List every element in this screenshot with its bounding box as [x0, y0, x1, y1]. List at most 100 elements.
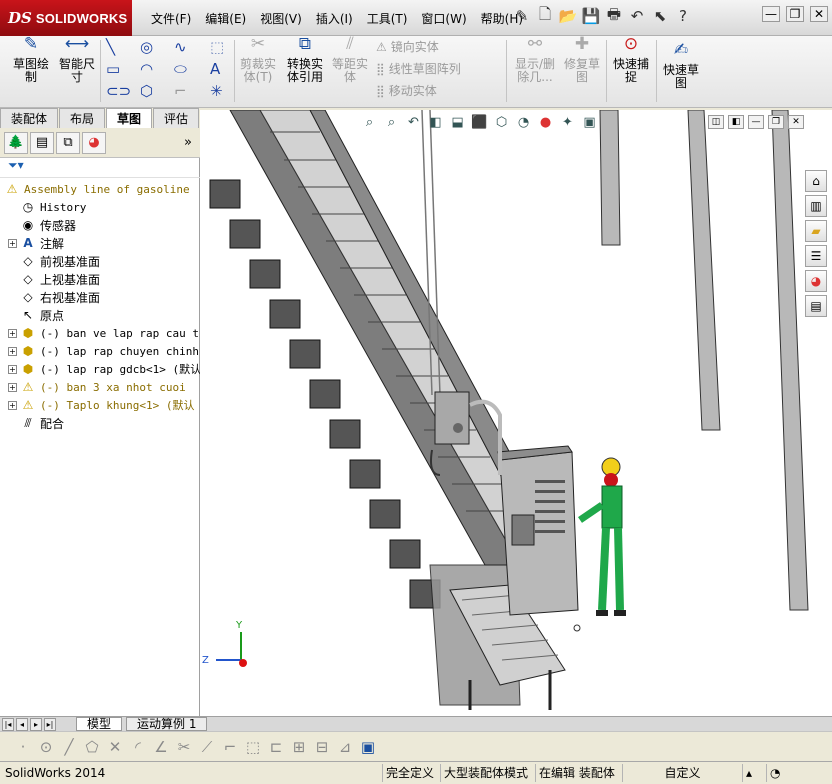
undo-icon[interactable]: ↶ [627, 6, 647, 26]
tab-motion-study[interactable]: 运动算例 1 [126, 717, 208, 731]
dashed-rect-icon[interactable]: ⬚ [244, 738, 262, 756]
expand-panel-icon[interactable]: » [184, 135, 192, 150]
display-delete-relations-button[interactable]: ⚯ 显示/删除几... [510, 36, 560, 84]
corner-tool-icon[interactable]: ⌐ [221, 738, 239, 756]
smart-dimension-button[interactable]: ⟷ 智能尺寸 [54, 36, 100, 84]
rapid-sketch-button[interactable]: ✍ 快速草图 [658, 42, 704, 90]
feature-tree-tab-icon[interactable]: 🌲 [4, 131, 28, 154]
cascade-icon[interactable]: ◧ [728, 115, 744, 129]
menu-edit[interactable]: 编辑(E) [198, 8, 253, 29]
trim-tool-icon[interactable]: ✂ [175, 738, 193, 756]
arc-tool-icon[interactable]: ◜ [129, 738, 147, 756]
save-icon[interactable]: 💾 [581, 6, 601, 26]
image-tool-icon[interactable]: ▣ [359, 738, 377, 756]
view-settings-icon[interactable]: ▣ [580, 113, 599, 132]
tab-evaluate[interactable]: 评估 [153, 108, 200, 128]
tab-assembly[interactable]: 装配体 [0, 108, 59, 128]
construction-geometry-icon[interactable]: ⬚ [210, 38, 224, 56]
tree-item[interactable]: + ⬢ (-) lap rap gdcb<1> (默认< [8, 360, 208, 378]
print-icon[interactable]: 🖶 [604, 5, 624, 26]
next-tab-icon[interactable]: ▸ [30, 717, 42, 731]
property-manager-tab-icon[interactable]: ▤ [30, 131, 54, 154]
filter-icon[interactable]: ⏷▾ [8, 158, 24, 172]
repair-sketch-button[interactable]: ✚ 修复草图 [562, 36, 602, 84]
edit-appearance-icon[interactable]: ● [536, 113, 555, 132]
pin-icon[interactable]: ✎ [512, 6, 532, 26]
zoom-to-area-icon[interactable]: ⌕ [382, 113, 401, 132]
polygon-icon[interactable]: ⬡ [140, 82, 153, 100]
viewport-restore-icon[interactable]: ❐ [768, 115, 784, 129]
convert-entities-button[interactable]: ⧉ 转换实体引用 [282, 36, 328, 84]
menu-file[interactable]: 文件(F) [144, 8, 198, 29]
tree-item[interactable]: + ⚠ (-) ban 3 xa nhot cuoi [8, 378, 186, 396]
tree-item[interactable]: ◇ 右视基准面 [8, 288, 100, 306]
status-units-dropdown-icon[interactable]: ▴ [742, 764, 766, 782]
tab-sketch[interactable]: 草图 [106, 108, 153, 128]
menu-view[interactable]: 视图(V) [253, 8, 309, 29]
solidworks-resources-icon[interactable]: ⌂ [805, 170, 827, 192]
point-tool-icon[interactable]: · [14, 738, 32, 756]
design-library-icon[interactable]: ▥ [805, 195, 827, 217]
prev-tab-icon[interactable]: ◂ [16, 717, 28, 731]
tree-item[interactable]: + ⬢ (-) ban ve lap rap cau tru [8, 324, 212, 342]
line-tool-icon[interactable]: ╱ [60, 738, 78, 756]
expand-toggle-icon[interactable]: + [8, 346, 17, 356]
select-icon[interactable]: ⬉ [650, 6, 670, 26]
status-rebuild-icon[interactable]: ◔ [766, 764, 790, 782]
help-icon[interactable]: ? [673, 6, 693, 26]
extend-tool-icon[interactable]: ⟋ [198, 738, 216, 756]
fillet-icon[interactable]: ⌐ [174, 82, 187, 100]
text-icon[interactable]: A [210, 60, 220, 78]
minimize-button[interactable]: — [762, 6, 780, 22]
tree-item[interactable]: ◇ 上视基准面 [8, 270, 100, 288]
view-palette-icon[interactable]: ☰ [805, 245, 827, 267]
new-document-icon[interactable]: 🗋 [535, 5, 555, 26]
tree-item[interactable]: ↖ 原点 [8, 306, 64, 324]
ellipse-icon[interactable]: ⬭ [174, 60, 187, 78]
graphics-area[interactable]: Y Z [200, 110, 832, 716]
expand-toggle-icon[interactable]: + [8, 364, 17, 374]
zoom-to-fit-icon[interactable]: ⌕ [360, 113, 379, 132]
rectangle-icon[interactable]: ▭ [106, 60, 120, 78]
display-manager-tab-icon[interactable]: ◕ [82, 131, 106, 154]
tree-item[interactable]: ◇ 前视基准面 [8, 252, 100, 270]
dynamic-annotation-icon[interactable]: ⬓ [448, 113, 467, 132]
point-icon[interactable]: ✳ [210, 82, 223, 100]
sketch-relations-icon[interactable]: ⊿ [336, 738, 354, 756]
apply-scene-icon[interactable]: ✦ [558, 113, 577, 132]
tree-item[interactable]: ◷ History [8, 198, 87, 216]
circle-tool-icon[interactable]: ⊙ [37, 738, 55, 756]
section-view-icon[interactable]: ◧ [426, 113, 445, 132]
angle-tool-icon[interactable]: ∠ [152, 738, 170, 756]
appearances-icon[interactable]: ◕ [805, 270, 827, 292]
polygon-tool-icon[interactable]: ⬠ [83, 738, 101, 756]
ruler-tool-icon[interactable]: ⊟ [313, 738, 331, 756]
menu-insert[interactable]: 插入(I) [309, 8, 360, 29]
line-icon[interactable]: ╲ [106, 38, 115, 56]
open-icon[interactable]: 📂 [558, 6, 578, 26]
tab-model[interactable]: 模型 [76, 717, 123, 731]
tree-item[interactable]: + A 注解 [8, 234, 64, 252]
mirror-entities-button[interactable]: ⚠ 镜向实体 [376, 38, 439, 55]
previous-view-icon[interactable]: ↶ [404, 113, 423, 132]
close-button[interactable]: ✕ [810, 6, 828, 22]
expand-toggle-icon[interactable]: + [8, 328, 17, 338]
sketch-button[interactable]: ✎ 草图绘制 [8, 36, 54, 84]
tree-item[interactable]: + ⚠ (-) Taplo khung<1> (默认 [8, 396, 194, 414]
tree-item[interactable]: + ⬢ (-) lap rap chuyen chinh t [8, 342, 212, 360]
arc-icon[interactable]: ◠ [140, 60, 153, 78]
menu-tools[interactable]: 工具(T) [360, 8, 415, 29]
display-style-icon[interactable]: ⬡ [492, 113, 511, 132]
viewport-close-icon[interactable]: ✕ [788, 115, 804, 129]
last-tab-icon[interactable]: ▸| [44, 717, 56, 731]
hide-show-items-icon[interactable]: ◔ [514, 113, 533, 132]
configuration-manager-tab-icon[interactable]: ⧉ [56, 131, 80, 154]
dimension-tool-icon[interactable]: ⊏ [267, 738, 285, 756]
file-explorer-icon[interactable]: ▰ [805, 220, 827, 242]
linear-pattern-button[interactable]: ⣿ 线性草图阵列 [376, 60, 461, 77]
custom-properties-icon[interactable]: ▤ [805, 295, 827, 317]
expand-toggle-icon[interactable]: + [8, 238, 17, 248]
grid-tool-icon[interactable]: ⊞ [290, 738, 308, 756]
spline-icon[interactable]: ∿ [174, 38, 187, 56]
view-orientation-icon[interactable]: ⬛ [470, 113, 489, 132]
